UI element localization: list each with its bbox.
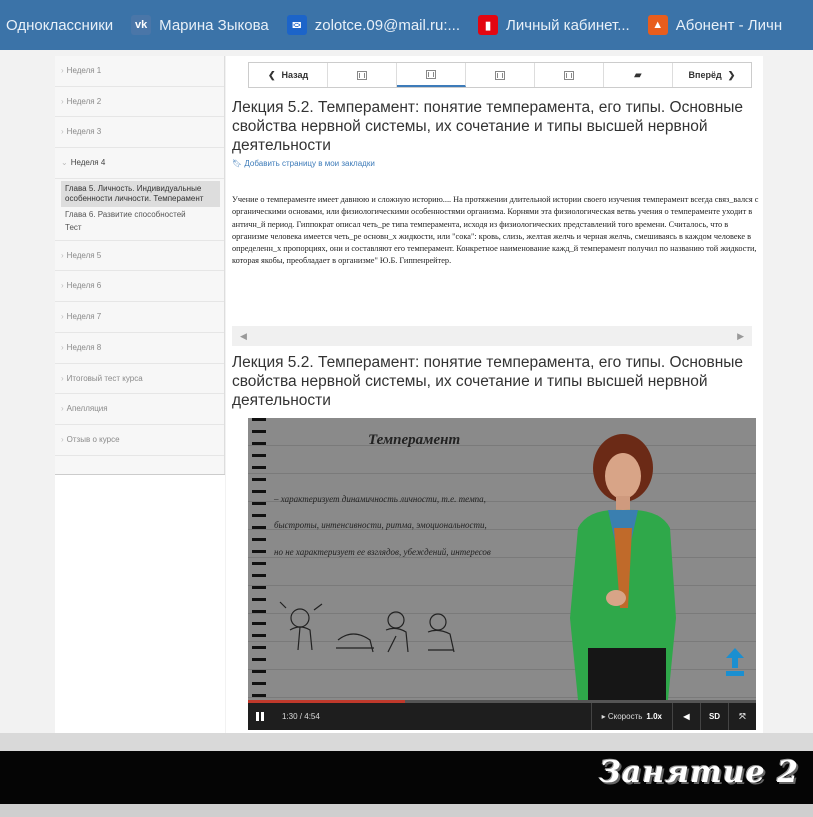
- add-bookmark-label: Добавить страницу в мои закладки: [244, 159, 375, 168]
- add-bookmark-link[interactable]: 🔖︎ Добавить страницу в мои закладки: [232, 159, 375, 168]
- speed-button[interactable]: ▸ Скорость 1.0x: [590, 703, 672, 730]
- sidebar-item-final-test[interactable]: Итоговый тест курса: [55, 364, 224, 395]
- chevron-right-icon: ❯: [727, 69, 736, 80]
- quality-button[interactable]: SD: [700, 703, 728, 730]
- vk-icon: vk: [131, 15, 152, 35]
- video-icon: [357, 70, 368, 80]
- unit-navigation: ❮ Назад ▰ Вперёд ❯: [248, 62, 752, 88]
- board-line-3: но не характеризует ее взглядов, убежден…: [274, 547, 491, 557]
- lecturer-image: [570, 434, 676, 700]
- bookmark-vk[interactable]: vk Марина Зыкова: [131, 15, 269, 35]
- lecture-title: Лекция 5.2. Темперамент: понятие темпера…: [232, 99, 744, 154]
- unit-tab-text[interactable]: ▰: [604, 63, 673, 87]
- bookmark-mts[interactable]: ▮ Личный кабинет...: [478, 15, 630, 35]
- sidebar-chapter-5[interactable]: Глава 5. Личность. Индивидуальные особен…: [61, 180, 220, 207]
- board-line-1: – характеризует динамичность личности, т…: [274, 494, 486, 504]
- forward-button[interactable]: Вперёд ❯: [673, 63, 751, 87]
- temperament-sketch-image: [279, 601, 455, 653]
- beeline-icon: ▲: [647, 15, 668, 35]
- lecture-body-text: Учение о темпераменте имеет давнюю и сло…: [232, 195, 759, 266]
- bookmark-icon: 🔖︎: [232, 159, 243, 168]
- sidebar-item-week-7[interactable]: Неделя 7: [55, 302, 224, 333]
- speed-label: ▸ Скорость: [601, 712, 643, 721]
- bookmark-label: Личный кабинет...: [506, 16, 630, 34]
- sidebar-blank-area: [55, 474, 225, 734]
- fullscreen-icon[interactable]: ⤧: [728, 703, 756, 730]
- unit-tab-video-4[interactable]: [535, 63, 604, 87]
- unit-tab-video-3[interactable]: [466, 63, 535, 87]
- bookmark-mail[interactable]: ✉ zolotce.09@mail.ru:...: [286, 15, 461, 35]
- sidebar-item-week-8[interactable]: Неделя 8: [55, 333, 224, 364]
- sidebar-item-feedback[interactable]: Отзыв о курсе: [55, 425, 224, 456]
- video-time: 1:30 / 4:54: [282, 712, 320, 721]
- sidebar-item-week-4[interactable]: Неделя 4: [55, 148, 224, 179]
- bookmark-label: Одноклассники: [6, 16, 114, 34]
- course-page: Неделя 1 Неделя 2 Неделя 3 Неделя 4 Глав…: [0, 50, 813, 734]
- unit-tab-video-1[interactable]: [328, 63, 398, 87]
- scroll-left-icon[interactable]: ◀: [240, 331, 247, 342]
- video-controls: 1:30 / 4:54 ▸ Скорость 1.0x ◀︎ SD ⤧: [248, 703, 756, 730]
- board-line-2: быстроты, интенсивности, ритма, эмоциона…: [274, 520, 487, 530]
- back-button[interactable]: ❮ Назад: [249, 63, 329, 87]
- bookmark-odnoklassniki[interactable]: Одноклассники: [6, 17, 113, 34]
- bookmark-label: Марина Зыкова: [159, 16, 269, 34]
- lesson-banner: Занятие 2: [0, 751, 813, 804]
- notebook-spiral: [252, 418, 266, 700]
- volume-icon[interactable]: ◀︎: [672, 703, 700, 730]
- sidebar-item-appeal[interactable]: Апелляция: [55, 394, 224, 425]
- banner-title: Занятие 2: [599, 755, 799, 790]
- chevron-left-icon: ❮: [267, 69, 276, 80]
- unit-tab-video-2[interactable]: [397, 63, 467, 87]
- video-icon: [494, 70, 505, 80]
- sidebar-item-week-3[interactable]: Неделя 3: [55, 117, 224, 149]
- bookmarks-bar: Одноклассники vk Марина Зыкова ✉ zolotce…: [0, 0, 813, 50]
- lecture-content: ❮ Назад ▰ Вперёд ❯ Лекция 5.2. Темпераме…: [226, 56, 763, 733]
- horizontal-scrollbar[interactable]: ◀ ▶: [232, 326, 752, 346]
- bookmark-label: zolotce.09@mail.ru:...: [314, 16, 461, 34]
- bookmark-beeline[interactable]: ▲ Абонент - Личн: [647, 15, 783, 35]
- course-sidebar: Неделя 1 Неделя 2 Неделя 3 Неделя 4 Глав…: [55, 56, 225, 734]
- back-label: Назад: [281, 70, 309, 80]
- sidebar-item-week-6[interactable]: Неделя 6: [55, 271, 224, 303]
- video-icon: [563, 70, 574, 80]
- mail-icon: ✉: [286, 15, 307, 35]
- video-player[interactable]: Темперамент – характеризует динамичность…: [248, 418, 756, 730]
- video-icon: [426, 69, 437, 79]
- browser-horizontal-bar: [0, 733, 813, 751]
- speed-value: 1.0x: [646, 712, 662, 721]
- board-title: Темперамент: [368, 432, 461, 448]
- scroll-right-icon[interactable]: ▶: [737, 331, 744, 342]
- sidebar-item-week-5[interactable]: Неделя 5: [55, 241, 224, 272]
- bookmark-label: Абонент - Личн: [675, 16, 783, 34]
- mts-icon: ▮: [478, 15, 499, 35]
- bottom-strip: [0, 804, 813, 817]
- sidebar-item-week-1[interactable]: Неделя 1: [55, 56, 224, 87]
- sidebar-test[interactable]: Тест: [61, 223, 220, 236]
- forward-label: Вперёд: [688, 70, 722, 80]
- document-icon: ▰: [634, 69, 642, 81]
- platform-logo-icon: [726, 648, 744, 676]
- video-title: Лекция 5.2. Темперамент: понятие темпера…: [232, 354, 744, 409]
- sidebar-item-week-2[interactable]: Неделя 2: [55, 87, 224, 118]
- sidebar-week-4-chapters: Глава 5. Личность. Индивидуальные особен…: [55, 179, 224, 241]
- pause-icon[interactable]: [256, 712, 264, 721]
- sidebar-chapter-6[interactable]: Глава 6. Развитие способностей: [61, 207, 220, 223]
